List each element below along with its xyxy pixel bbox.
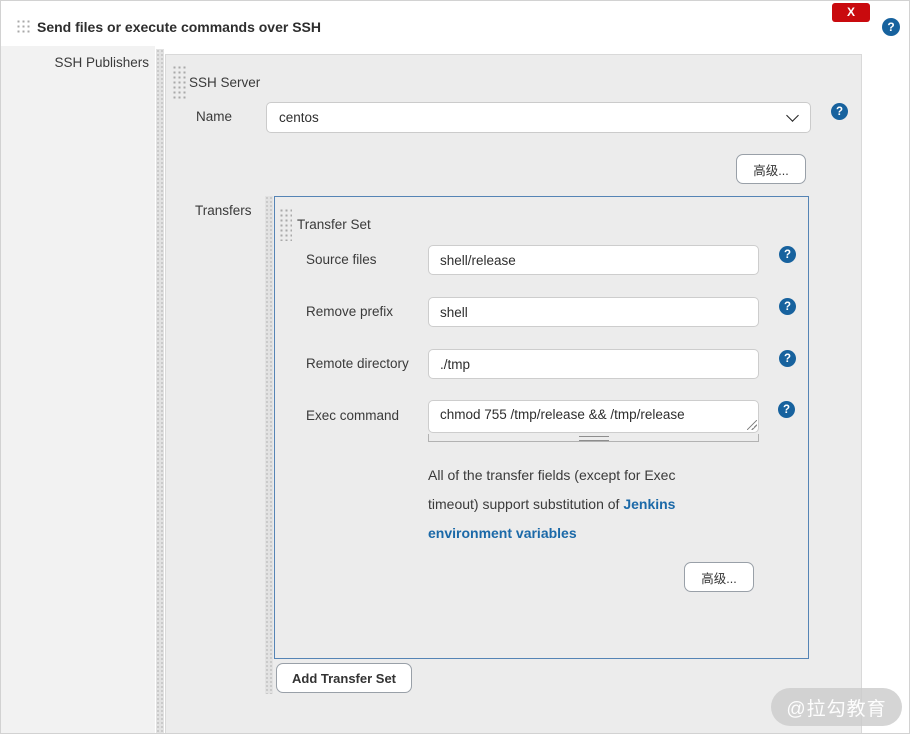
ssh-publisher-widget: Send files or execute commands over SSH … [0,0,910,734]
textarea-resize-bar[interactable] [428,434,759,442]
server-name-select-wrap: centos [266,102,811,133]
help-icon[interactable]: ? [779,298,796,315]
remove-prefix-input[interactable] [428,297,759,327]
remote-directory-label: Remote directory [306,356,409,371]
transfer-set-section-title: Transfer Set [297,217,371,232]
help-icon[interactable]: ? [778,401,795,418]
advanced-button[interactable]: 高级... [736,154,806,184]
exec-command-textarea[interactable]: chmod 755 /tmp/release && /tmp/release [428,400,759,433]
advanced-button[interactable]: 高级... [684,562,754,592]
remote-directory-input[interactable] [428,349,759,379]
help-icon[interactable]: ? [831,103,848,120]
add-transfer-set-button[interactable]: Add Transfer Set [276,663,412,693]
exec-command-label: Exec command [306,408,399,423]
resize-grip-icon [579,436,609,441]
source-files-input[interactable] [428,245,759,275]
left-gutter [1,46,155,734]
drag-handle-icon[interactable] [171,64,186,100]
help-icon[interactable]: ? [779,246,796,263]
transfer-set-drag-strip[interactable] [265,196,273,694]
name-label: Name [196,109,232,124]
drag-handle-icon[interactable] [15,18,31,34]
ssh-publishers-label: SSH Publishers [1,55,149,70]
transfers-label: Transfers [195,203,252,218]
watermark: @拉勾教育 [771,688,902,726]
help-icon[interactable]: ? [779,350,796,367]
server-name-select[interactable]: centos [266,102,811,133]
close-button[interactable]: X [832,3,870,22]
publisher-drag-strip[interactable] [156,49,164,734]
help-icon[interactable]: ? [882,18,900,36]
drag-handle-icon[interactable] [278,207,292,241]
remove-prefix-label: Remove prefix [306,304,393,319]
transfer-note: All of the transfer fields (except for E… [428,461,728,548]
source-files-label: Source files [306,252,377,267]
ssh-server-section-title: SSH Server [189,75,260,90]
textarea-resize-grip-icon[interactable] [747,420,757,430]
page-title: Send files or execute commands over SSH [37,19,321,35]
